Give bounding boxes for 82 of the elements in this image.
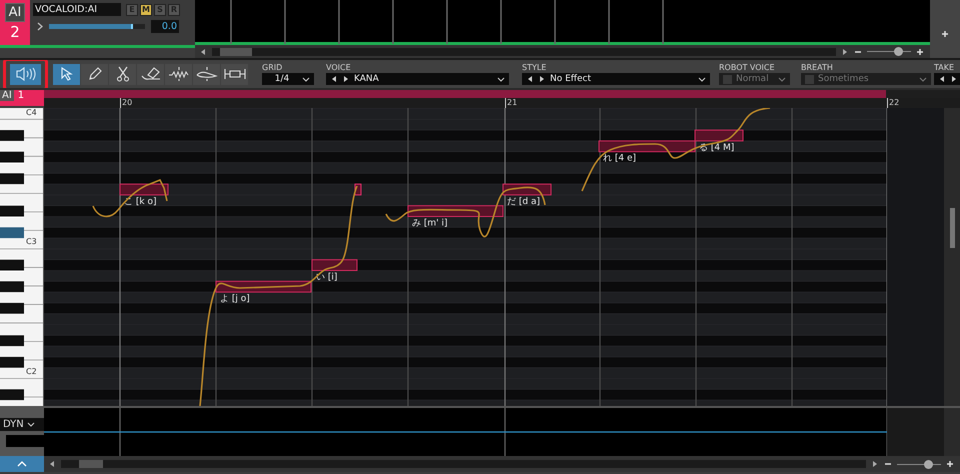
- dropdown-value: Sometimes: [818, 74, 870, 84]
- scroll-thumb[interactable]: [950, 208, 954, 248]
- scrollbar[interactable]: [61, 460, 866, 468]
- eraser-tool-button[interactable]: [137, 64, 164, 84]
- dropdown-value: No Effect: [550, 74, 592, 84]
- part-number: 1: [18, 90, 24, 101]
- note-lyric: れ [4 e]: [603, 154, 636, 164]
- measure-number: 20: [120, 98, 132, 108]
- zoom-in-icon[interactable]: [941, 30, 949, 38]
- key-label: C2: [26, 366, 37, 376]
- eraser-icon: [140, 66, 160, 82]
- stretch-icon: [224, 68, 246, 80]
- key-label: C4: [26, 108, 37, 116]
- dropdown-label: GRID: [262, 63, 284, 73]
- key-label: C3: [26, 237, 37, 246]
- pencil-tool-button[interactable]: [81, 64, 108, 84]
- select-tool-button[interactable]: [53, 64, 80, 84]
- caret-icon: [698, 76, 706, 82]
- dropdown-label: TAKE: [934, 63, 956, 73]
- scroll-thumb[interactable]: [220, 48, 252, 56]
- caret-icon: [302, 76, 310, 82]
- dropdown-label: STYLE: [522, 63, 548, 73]
- caret-icon: [919, 76, 927, 82]
- stretch-tool-button[interactable]: [221, 64, 248, 84]
- track-name-field[interactable]: VOCALOID:AI: [33, 3, 121, 16]
- note[interactable]: [694, 130, 744, 142]
- parameter-dropdown[interactable]: DYN: [0, 418, 44, 430]
- zoom-in-icon[interactable]: [946, 460, 954, 468]
- scissors-icon: [116, 66, 130, 82]
- dropdown-field[interactable]: [934, 73, 960, 85]
- volume-value[interactable]: 0.0: [151, 20, 179, 33]
- prev-next-arrows-icon[interactable]: [330, 75, 350, 83]
- caret-icon: [497, 76, 505, 82]
- caret-icon: [778, 76, 786, 82]
- dropdown-value: KANA: [354, 74, 380, 84]
- expand-chevron-icon[interactable]: [37, 22, 43, 31]
- pitch-curve-icon: [196, 66, 218, 82]
- scrollbar[interactable]: [212, 48, 836, 56]
- wave-icon: [168, 67, 190, 81]
- dropdown-label: BREATH: [801, 63, 834, 73]
- track-number: 2: [10, 23, 20, 41]
- note[interactable]: [312, 259, 358, 271]
- track-toggle-button[interactable]: M: [140, 4, 152, 16]
- dropdown-value: Normal: [736, 74, 770, 84]
- scroll-left-icon[interactable]: [48, 460, 56, 468]
- dropdown-label: ROBOT VOICE: [719, 63, 776, 73]
- part-badge[interactable]: AI 1: [0, 90, 44, 106]
- note-lyric: だ [d a]: [507, 196, 540, 207]
- caret-icon: [26, 422, 35, 426]
- zoom-thumb[interactable]: [924, 460, 933, 468]
- note-lyric: よ [j o]: [220, 294, 250, 304]
- prev-next-arrows-icon[interactable]: [938, 75, 958, 83]
- part-type-label: AI: [0, 90, 14, 101]
- parameter-value-field[interactable]: [6, 434, 44, 446]
- note[interactable]: [120, 184, 168, 196]
- vibrato-tool-button[interactable]: [165, 64, 192, 84]
- scissors-tool-button[interactable]: [109, 64, 136, 84]
- pitch-tool-button[interactable]: [193, 64, 220, 84]
- zoom-in-icon[interactable]: [916, 48, 924, 56]
- dropdown-label: VOICE: [326, 63, 352, 73]
- speaker-button[interactable]: [10, 64, 41, 84]
- dropdown-field[interactable]: No Effect: [522, 73, 710, 85]
- dropdown-value: 1/4: [274, 74, 290, 84]
- piano-keyboard[interactable]: [0, 108, 44, 406]
- dropdown-field[interactable]: KANA: [326, 73, 509, 85]
- prev-next-arrows-icon[interactable]: [526, 75, 546, 83]
- scroll-right-icon[interactable]: [871, 460, 879, 468]
- parameter-lane[interactable]: [44, 408, 944, 456]
- vertical-scrollbar[interactable]: [944, 108, 960, 406]
- caret-up-icon: [17, 461, 27, 467]
- arrow-cursor-icon: [60, 67, 74, 81]
- scroll-left-icon[interactable]: [199, 48, 207, 56]
- track-type-label: AI: [4, 3, 26, 22]
- track-badge[interactable]: AI 2: [0, 0, 30, 45]
- scroll-right-icon[interactable]: [841, 48, 849, 56]
- dropdown-field[interactable]: 1/4: [262, 73, 314, 85]
- speaker-icon: [14, 66, 36, 82]
- note-lyric: み [m' i]: [412, 218, 448, 228]
- zoom-thumb[interactable]: [894, 47, 903, 56]
- measure-number: 21: [505, 98, 518, 108]
- scroll-thumb[interactable]: [79, 460, 103, 468]
- pencil-icon: [86, 66, 102, 82]
